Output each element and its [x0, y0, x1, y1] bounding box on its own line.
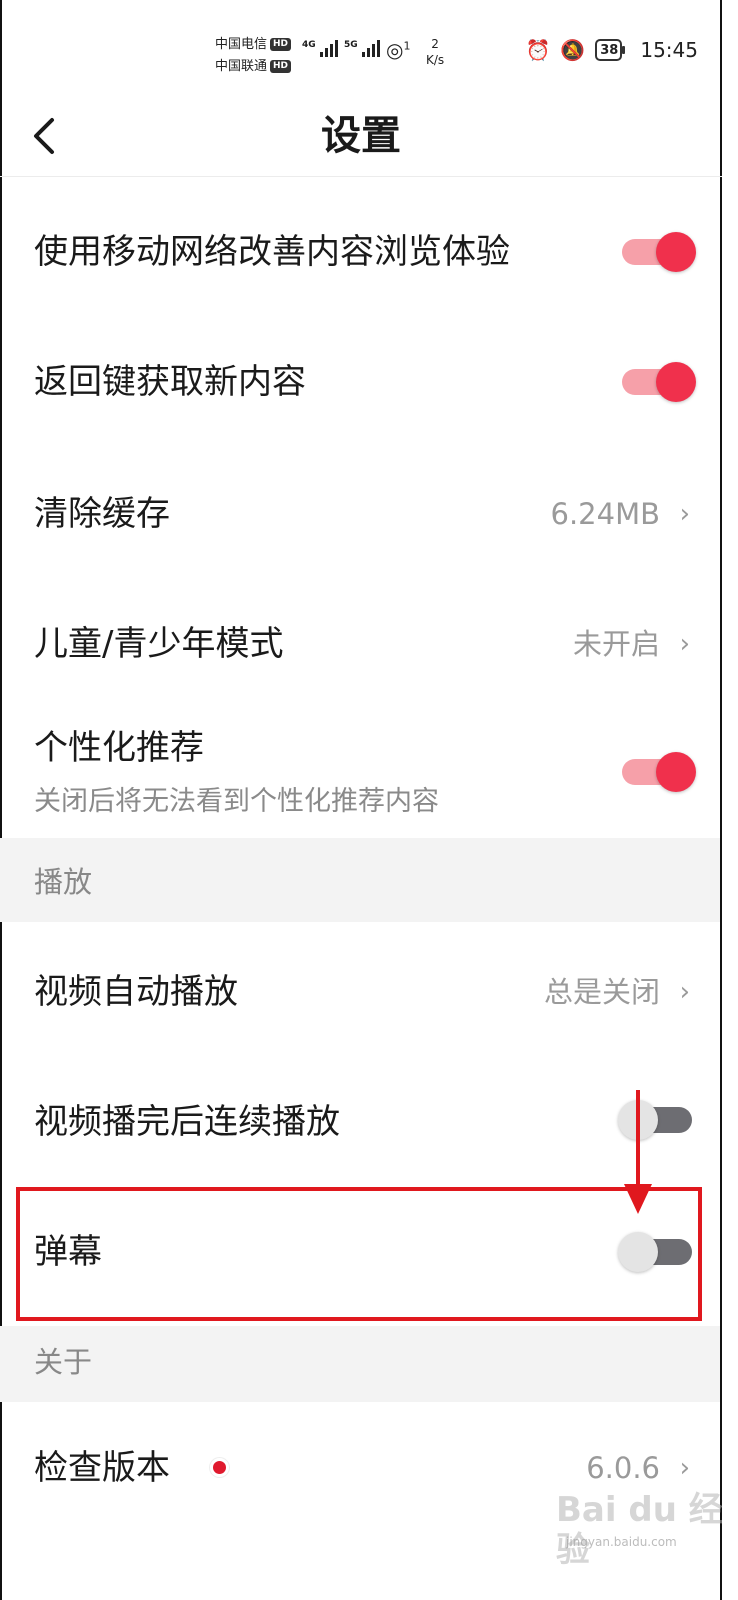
carrier-info: 中国电信 HD 中国联通 HD — [215, 34, 292, 78]
personalized-toggle[interactable] — [622, 752, 696, 792]
carrier-1: 中国电信 — [215, 37, 268, 52]
setting-personalized: 个性化推荐 关闭后将无法看到个性化推荐内容 — [0, 704, 720, 838]
setting-clear-cache[interactable]: 清除缓存 6.24MB › — [0, 444, 720, 574]
setting-mobile-network: 使用移动网络改善内容浏览体验 — [0, 178, 720, 324]
setting-label: 检查版本 — [34, 1448, 170, 1488]
kids-mode-status: 未开启 — [572, 627, 660, 661]
setting-label: 视频播完后连续播放 — [34, 1102, 340, 1142]
chevron-right-icon: › — [679, 499, 690, 529]
nav-header: 设置 — [0, 100, 722, 177]
setting-label: 儿童/青少年模式 — [34, 624, 284, 664]
setting-subtitle: 关闭后将无法看到个性化推荐内容 — [34, 786, 439, 817]
chevron-right-icon: › — [679, 1453, 690, 1483]
setting-kids-mode[interactable]: 儿童/青少年模式 未开启 › — [0, 574, 720, 704]
clock: 15:45 — [640, 38, 698, 62]
battery-icon: 38 — [595, 39, 623, 61]
setting-label: 个性化推荐 — [34, 728, 204, 768]
alarm-icon: ⏰ — [525, 38, 551, 62]
section-header-about: 关于 — [0, 1326, 720, 1402]
setting-label: 返回键获取新内容 — [34, 362, 306, 402]
network-speed: 2 K/s — [426, 37, 445, 67]
autoplay-status: 总是关闭 — [543, 975, 660, 1009]
hd-badge: HD — [270, 60, 292, 73]
version-number: 6.0.6 — [586, 1451, 660, 1485]
annotation-highlight-box — [16, 1187, 702, 1321]
setting-continuous-play: 视频播完后连续播放 — [0, 1062, 720, 1186]
hd-badge: HD — [270, 38, 292, 51]
setting-autoplay[interactable]: 视频自动播放 总是关闭 › — [0, 922, 720, 1062]
signal-5g-icon: 5G — [344, 40, 380, 57]
annotation-arrowhead-icon — [624, 1184, 652, 1214]
chevron-right-icon: › — [679, 629, 690, 659]
mobile-network-toggle[interactable] — [622, 232, 696, 272]
hotspot-icon: ◎1 — [386, 38, 411, 62]
page-title: 设置 — [321, 113, 401, 159]
setting-label: 使用移动网络改善内容浏览体验 — [34, 232, 510, 272]
back-refresh-toggle[interactable] — [622, 362, 696, 402]
setting-label: 清除缓存 — [34, 494, 170, 534]
cache-size: 6.24MB — [550, 497, 661, 531]
section-label: 关于 — [34, 1345, 93, 1379]
chevron-right-icon: › — [679, 977, 690, 1007]
setting-label: 视频自动播放 — [34, 972, 238, 1012]
status-bar: 中国电信 HD 中国联通 HD 4G 5G ◎1 2 K/s ⏰ 🔕 38 15:4… — [0, 0, 738, 100]
section-label: 播放 — [34, 865, 93, 899]
carrier-2: 中国联通 — [215, 59, 268, 74]
update-dot-badge — [210, 1458, 229, 1477]
mute-bell-icon: 🔕 — [560, 38, 586, 62]
status-right: ⏰ 🔕 38 15:45 — [525, 38, 698, 62]
baidu-watermark-url: jingyan.baidu.com — [566, 1535, 677, 1549]
baidu-watermark: Bai du 经验 — [556, 1490, 723, 1570]
setting-back-refresh: 返回键获取新内容 — [0, 324, 720, 444]
section-header-playback: 播放 — [0, 838, 720, 922]
continuous-play-toggle[interactable] — [618, 1100, 692, 1140]
signal-4g-icon: 4G — [302, 40, 338, 57]
